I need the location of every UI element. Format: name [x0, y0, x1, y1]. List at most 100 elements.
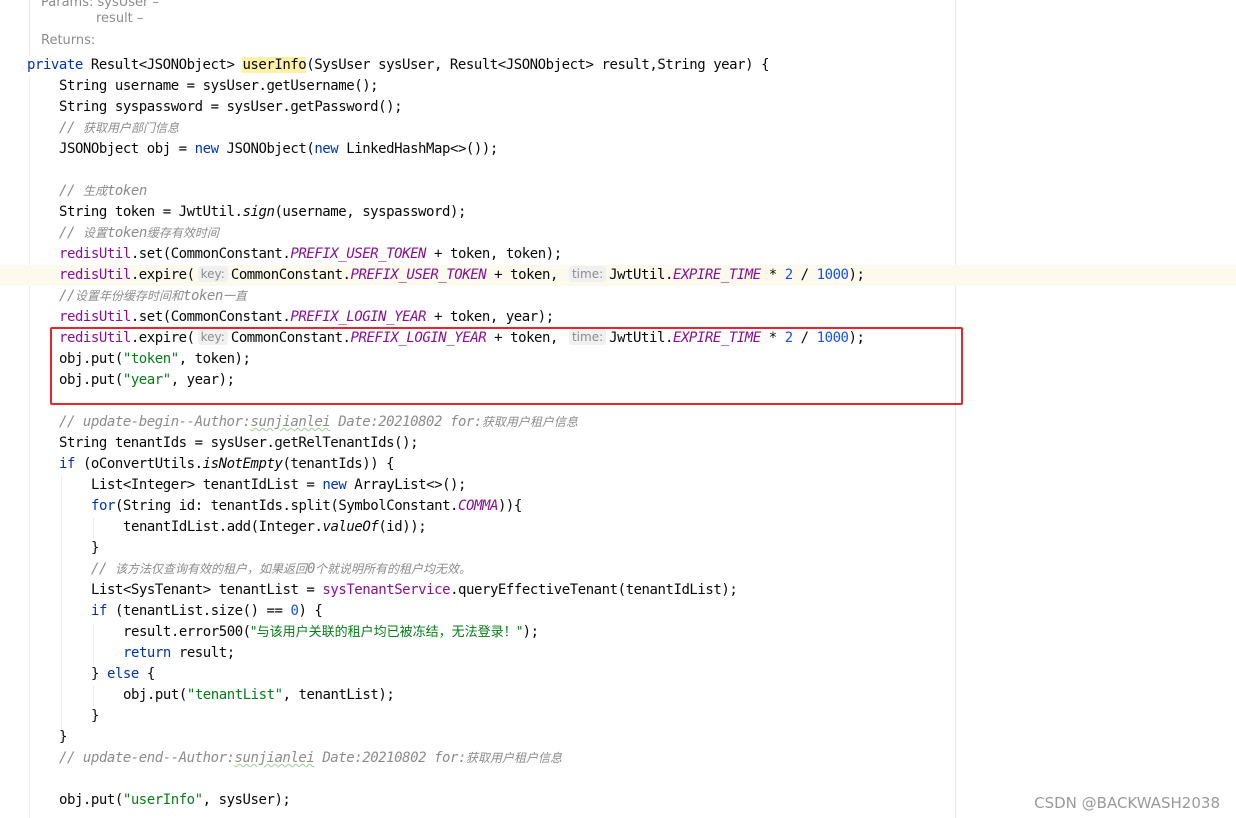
- code-text: Result<JSONObject>: [82, 57, 243, 73]
- constant: EXPIRE_TIME: [672, 267, 761, 283]
- static-method: isNotEmpty: [202, 456, 283, 472]
- doc-params-line: Params: sysUser –: [41, 0, 159, 11]
- comment-text: token: [106, 225, 147, 241]
- code-line[interactable]: List<SysTenant> tenantList = sysTenantSe…: [0, 580, 1236, 601]
- doc-param-result: result –: [96, 11, 144, 26]
- param-hint-time: time:: [568, 266, 607, 282]
- comment-text: 设置年份缓存时间和: [74, 289, 183, 303]
- string-literal: "tenantList": [186, 687, 283, 703]
- comment-slash: //: [59, 288, 75, 304]
- method-name-userinfo[interactable]: userInfo: [242, 57, 307, 73]
- code-text: String token = JwtUtil.: [59, 204, 243, 220]
- comment-text: 缓存有效时间: [146, 226, 219, 240]
- code-editor[interactable]: Params: sysUser – result – Returns: priv…: [0, 0, 1236, 818]
- keyword: if: [59, 456, 75, 472]
- code-text: .expire(: [130, 267, 195, 283]
- comment-text: token: [106, 183, 147, 199]
- string-literal: "与该用户关联的租户均已被冻结，无法登录！": [250, 625, 523, 640]
- code-line-current[interactable]: redisUtil.expire(key: CommonConstant.PREF…: [0, 265, 1236, 286]
- code-line-comment[interactable]: // 获取用户部门信息: [0, 118, 1236, 139]
- code-line-comment[interactable]: // 该方法仅查询有效的租户，如果返回0个就说明所有的租户均无效。: [0, 559, 1236, 580]
- keyword: else: [106, 666, 139, 682]
- comment-text: 个就说明所有的租户均无效。: [314, 562, 471, 576]
- code-text: JSONObject(: [218, 141, 315, 157]
- comment-text: token: [182, 288, 223, 304]
- comment-text: 0: [306, 561, 315, 577]
- keyword: return: [123, 645, 171, 661]
- code-text: );: [848, 267, 865, 283]
- code-text: }: [91, 666, 107, 682]
- constant: COMMA: [458, 498, 498, 514]
- code-text: CommonConstant.: [230, 267, 351, 283]
- keyword: private: [27, 57, 83, 73]
- code-text: (String id: tenantIds.split(SymbolConsta…: [114, 498, 459, 514]
- comment-text: // update-begin--Author:: [59, 414, 251, 430]
- code-text: , sysUser);: [202, 792, 291, 808]
- comment-author: sunjianlei: [250, 414, 331, 430]
- code-text: JwtUtil.: [609, 267, 673, 283]
- code-line[interactable]: String tenantIds = sysUser.getRelTenantI…: [0, 433, 1236, 454]
- code-line[interactable]: }: [0, 706, 1236, 727]
- code-text: );: [522, 624, 539, 640]
- comment-text: Date:20210802 for:: [314, 750, 466, 766]
- code-text: + token, token);: [426, 246, 562, 262]
- code-line[interactable]: redisUtil.set(CommonConstant.PREFIX_USER…: [0, 244, 1236, 265]
- code-line[interactable]: if (tenantList.size() == 0) {: [0, 601, 1236, 622]
- field-redisutil: redisUtil: [59, 246, 131, 262]
- comment-text: 获取用户租户信息: [465, 751, 562, 765]
- code-line[interactable]: JSONObject obj = new JSONObject(new Link…: [0, 139, 1236, 160]
- code-line[interactable]: }: [0, 538, 1236, 559]
- comment-text: 一直: [222, 289, 247, 303]
- code-text: List<SysTenant> tenantList =: [91, 582, 323, 598]
- code-text: String syspassword = sysUser.getPassword…: [59, 99, 403, 115]
- code-line-comment[interactable]: // 生成token: [0, 181, 1236, 202]
- number: 1000: [816, 267, 849, 283]
- code-text: JSONObject obj =: [59, 141, 195, 157]
- code-text: + token,: [486, 267, 566, 283]
- code-text: }: [91, 540, 99, 556]
- code-line-comment[interactable]: // update-begin--Author:sunjianlei Date:…: [0, 412, 1236, 433]
- code-line[interactable]: obj.put("tenantList", tenantList);: [0, 685, 1236, 706]
- code-text: result;: [170, 645, 235, 661]
- comment-slash: //: [59, 120, 83, 136]
- code-line-comment[interactable]: // 设置token缓存有效时间: [0, 223, 1236, 244]
- code-line-comment[interactable]: //设置年份缓存时间和token一直: [0, 286, 1236, 307]
- static-method: valueOf: [322, 519, 379, 535]
- code-text: (tenantIds)) {: [282, 456, 395, 472]
- keyword: if: [91, 603, 107, 619]
- code-text: /: [792, 267, 817, 283]
- field-redisutil: redisUtil: [59, 267, 131, 283]
- code-text: .set(CommonConstant.: [130, 309, 291, 325]
- code-text: + token, year);: [426, 309, 554, 325]
- code-line[interactable]: String syspassword = sysUser.getPassword…: [0, 97, 1236, 118]
- code-text: tenantIdList.add(Integer.: [123, 519, 323, 535]
- code-line[interactable]: } else {: [0, 664, 1236, 685]
- comment-text: // update-end--Author:: [59, 750, 235, 766]
- code-line[interactable]: for(String id: tenantIds.split(SymbolCon…: [0, 496, 1236, 517]
- code-line[interactable]: String token = JwtUtil.sign(username, sy…: [0, 202, 1236, 223]
- comment-text: Date:20210802 for:: [330, 414, 482, 430]
- code-line-method-signature[interactable]: private Result<JSONObject> userInfo(SysU…: [0, 55, 1236, 76]
- code-text: String username = sysUser.getUsername();: [59, 78, 379, 94]
- param-hint-key: key:: [197, 266, 228, 282]
- code-text: (username, syspassword);: [274, 204, 466, 220]
- code-line[interactable]: if (oConvertUtils.isNotEmpty(tenantIds))…: [0, 454, 1236, 475]
- code-text: {: [138, 666, 155, 682]
- code-line-comment[interactable]: // update-end--Author:sunjianlei Date:20…: [0, 748, 1236, 769]
- code-line[interactable]: String username = sysUser.getUsername();: [0, 76, 1236, 97]
- code-line[interactable]: }: [0, 727, 1236, 748]
- code-line[interactable]: return result;: [0, 643, 1236, 664]
- red-highlight-box: [50, 327, 963, 405]
- constant: PREFIX_LOGIN_YEAR: [290, 309, 427, 325]
- comment-slash: //: [59, 183, 83, 199]
- code-line[interactable]: redisUtil.set(CommonConstant.PREFIX_LOGI…: [0, 307, 1236, 328]
- comment-text: 生成: [82, 184, 107, 198]
- code-line[interactable]: List<Integer> tenantIdList = new ArrayLi…: [0, 475, 1236, 496]
- keyword: new: [322, 477, 347, 493]
- code-line[interactable]: result.error500("与该用户关联的租户均已被冻结，无法登录！");: [0, 622, 1236, 643]
- code-line[interactable]: tenantIdList.add(Integer.valueOf(id));: [0, 517, 1236, 538]
- code-text: }: [59, 729, 67, 745]
- comment-slash: //: [91, 561, 115, 577]
- code-text: (tenantList.size() ==: [106, 603, 291, 619]
- keyword: new: [314, 141, 339, 157]
